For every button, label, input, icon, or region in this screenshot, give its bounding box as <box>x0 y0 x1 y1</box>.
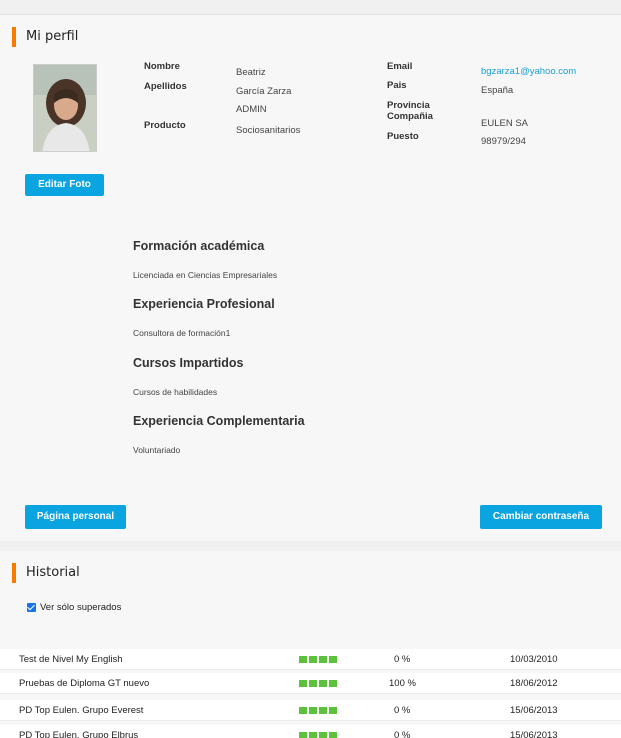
progress-indicator <box>299 707 337 714</box>
label-pais: Pais <box>387 80 407 91</box>
table-row[interactable]: Pruebas de Diploma GT nuevo 100 % 18/06/… <box>0 673 621 694</box>
label-nombre: Nombre <box>144 61 180 72</box>
value-pais: España <box>481 85 514 96</box>
course-date: 10/03/2010 <box>510 654 558 665</box>
passed-only-label: Ver sólo superados <box>40 602 122 613</box>
table-row[interactable]: Test de Nivel My English 0 % 10/03/2010 <box>0 649 621 670</box>
history-title: Historial <box>12 563 80 583</box>
value-role: ADMIN <box>236 104 267 115</box>
label-apellidos: Apellidos <box>144 81 187 92</box>
text-experiencia-complementaria: Voluntariado <box>133 445 181 455</box>
personal-page-button[interactable]: Página personal <box>25 505 126 529</box>
course-name: Test de Nivel My English <box>19 654 123 665</box>
value-producto: Sociosanitarios <box>236 125 301 136</box>
value-apellidos: García Zarza <box>236 86 292 97</box>
progress-indicator <box>299 680 337 687</box>
checkbox-checked-icon[interactable] <box>27 603 36 612</box>
label-email: Email <box>387 61 413 72</box>
course-name: PD Top Eulen. Grupo Elbrus <box>19 730 139 738</box>
value-email[interactable]: bgzarza1@yahoo.com <box>481 66 576 77</box>
course-date: 15/06/2013 <box>510 730 558 738</box>
label-compania: Compañia <box>387 111 433 122</box>
progress-indicator <box>299 732 337 738</box>
text-formacion: Licenciada en Ciencias Empresariales <box>133 270 278 280</box>
profile-panel: Mi perfil Editar Foto Nombre Beatriz Ape… <box>0 14 621 541</box>
label-provincia: Provincia <box>387 100 430 111</box>
profile-title: Mi perfil <box>12 27 78 47</box>
value-compania: EULEN SA <box>481 118 528 129</box>
table-row[interactable]: PD Top Eulen. Grupo Everest 0 % 15/06/20… <box>0 700 621 721</box>
label-producto: Producto <box>144 120 186 131</box>
heading-cursos-impartidos: Cursos Impartidos <box>133 356 244 370</box>
value-nombre: Beatriz <box>236 67 266 78</box>
course-percent: 0 % <box>394 730 411 738</box>
course-date: 15/06/2013 <box>510 705 558 716</box>
value-puesto: 98979/294 <box>481 136 526 147</box>
profile-photo <box>33 64 97 152</box>
table-row[interactable]: PD Top Eulen. Grupo Elbrus 0 % 15/06/201… <box>0 725 621 738</box>
heading-experiencia-profesional: Experiencia Profesional <box>133 297 275 311</box>
heading-experiencia-complementaria: Experiencia Complementaria <box>133 414 305 428</box>
label-puesto: Puesto <box>387 131 419 142</box>
text-experiencia-profesional: Consultora de formación1 <box>133 328 231 338</box>
change-password-button[interactable]: Cambiar contraseña <box>480 505 602 529</box>
course-percent: 0 % <box>394 705 411 716</box>
passed-only-filter[interactable]: Ver sólo superados <box>27 602 121 613</box>
course-name: Pruebas de Diploma GT nuevo <box>19 678 150 689</box>
history-panel: Historial Ver sólo superados Test de Niv… <box>0 551 621 738</box>
course-percent: 0 % <box>394 654 411 665</box>
progress-indicator <box>299 656 337 663</box>
course-date: 18/06/2012 <box>510 678 558 689</box>
course-name: PD Top Eulen. Grupo Everest <box>19 705 144 716</box>
course-percent: 100 % <box>389 678 416 689</box>
edit-photo-button[interactable]: Editar Foto <box>25 174 104 196</box>
heading-formacion: Formación académica <box>133 239 265 253</box>
text-cursos-impartidos: Cursos de habilidades <box>133 387 218 397</box>
